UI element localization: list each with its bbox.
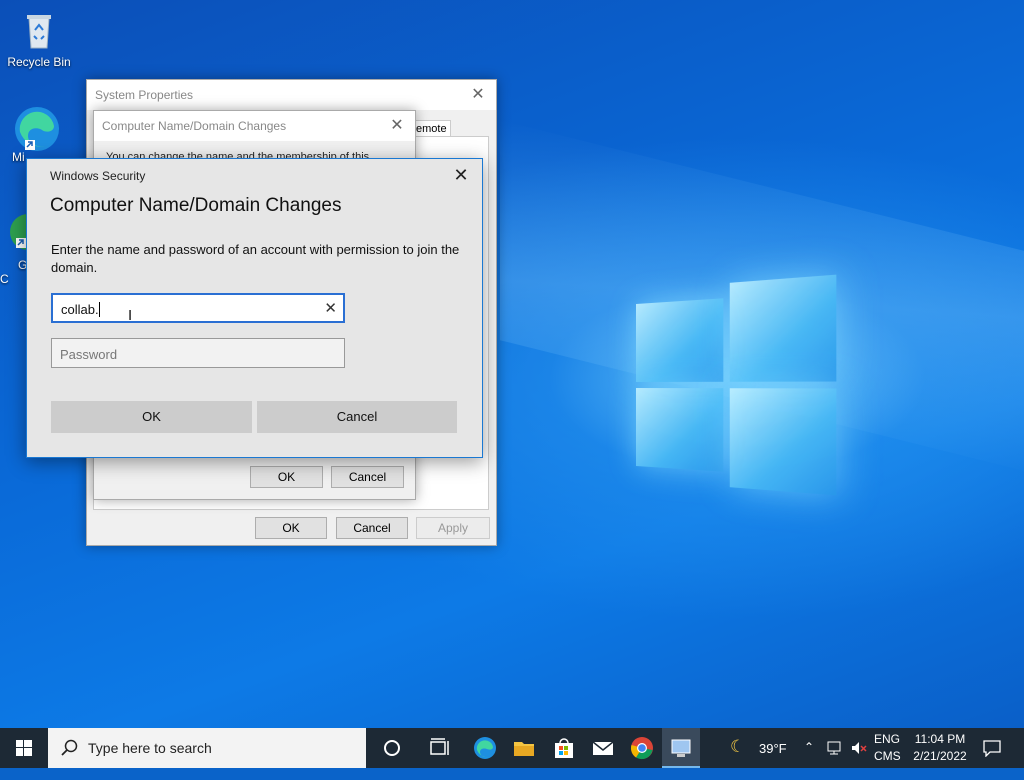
text-caret — [98, 302, 100, 317]
windows-start-icon — [16, 740, 32, 756]
taskbar-search-box[interactable]: Type here to search — [48, 728, 366, 768]
system-properties-taskbar-button[interactable] — [662, 728, 700, 768]
close-icon[interactable]: ✕ — [468, 80, 488, 110]
input-language-indicator[interactable]: ENG CMS — [874, 728, 904, 768]
dialog-title: Windows Security — [50, 169, 146, 183]
edge-icon[interactable] — [473, 736, 497, 760]
window-title: System Properties — [95, 88, 194, 102]
store-icon[interactable] — [552, 736, 576, 760]
desktop-icon-recycle-bin[interactable]: Recycle Bin — [0, 8, 78, 69]
recycle-bin-icon — [17, 8, 61, 52]
dialog-heading: Computer Name/Domain Changes — [50, 195, 342, 216]
desktop-icon-label: G C — [0, 258, 28, 286]
mail-icon[interactable] — [591, 736, 615, 760]
cortana-icon[interactable] — [380, 736, 404, 760]
window-title: Computer Name/Domain Changes — [102, 119, 287, 133]
ok-button[interactable]: OK — [51, 401, 252, 433]
password-field[interactable]: Password — [51, 338, 345, 368]
ok-button[interactable]: OK — [250, 466, 323, 488]
file-explorer-icon[interactable] — [512, 736, 536, 760]
keyboard-code: CMS — [874, 749, 901, 763]
ibeam-cursor-icon: Ⅰ — [128, 307, 133, 323]
cancel-button[interactable]: Cancel — [331, 466, 404, 488]
desktop-icon-label: Recycle Bin — [7, 55, 71, 69]
dialog-message: Enter the name and password of an accoun… — [51, 242, 460, 275]
weather-temp: 39°F — [759, 741, 787, 756]
clock-time: 11:04 PM — [914, 732, 966, 746]
apply-button: Apply — [416, 517, 490, 539]
close-icon[interactable]: ✕ — [387, 111, 407, 141]
ok-button[interactable]: OK — [255, 517, 327, 539]
taskbar: Type here to search ☾ 39°F ⌃ ENG CMS 11:… — [0, 728, 1024, 768]
system-properties-icon — [671, 739, 691, 757]
network-icon[interactable] — [826, 739, 844, 779]
desktop-icon-edge[interactable]: Mi — [0, 104, 59, 164]
search-placeholder: Type here to search — [88, 740, 212, 756]
system-properties-titlebar: System Properties ✕ — [87, 80, 496, 110]
cancel-button[interactable]: Cancel — [257, 401, 457, 433]
edge-icon — [12, 104, 59, 151]
username-field[interactable]: collab. ✕ — [51, 293, 345, 323]
clock-date: 2/21/2022 — [913, 749, 967, 763]
desktop-icon-label: Mi — [12, 150, 25, 164]
windows-security-dialog: Windows Security ✕ Computer Name/Domain … — [26, 158, 483, 458]
task-view-icon[interactable] — [428, 736, 452, 760]
chrome-icon[interactable] — [630, 736, 654, 760]
notifications-icon[interactable] — [982, 739, 1002, 779]
volume-muted-icon[interactable] — [850, 739, 868, 779]
domain-changes-titlebar: Computer Name/Domain Changes ✕ — [94, 111, 415, 141]
start-button[interactable] — [0, 728, 48, 768]
username-value: collab. — [61, 302, 99, 317]
password-placeholder: Password — [60, 347, 118, 362]
cancel-button[interactable]: Cancel — [336, 517, 408, 539]
chevron-up-icon[interactable]: ⌃ — [804, 740, 814, 780]
language-code: ENG — [874, 732, 901, 746]
windows-logo-wallpaper — [636, 274, 837, 496]
clock[interactable]: 11:04 PM 2/21/2022 — [908, 728, 972, 768]
clear-icon[interactable]: ✕ — [324, 299, 337, 317]
close-icon[interactable]: ✕ — [450, 165, 472, 186]
search-icon — [61, 739, 78, 756]
moon-icon: ☾ — [730, 737, 746, 756]
